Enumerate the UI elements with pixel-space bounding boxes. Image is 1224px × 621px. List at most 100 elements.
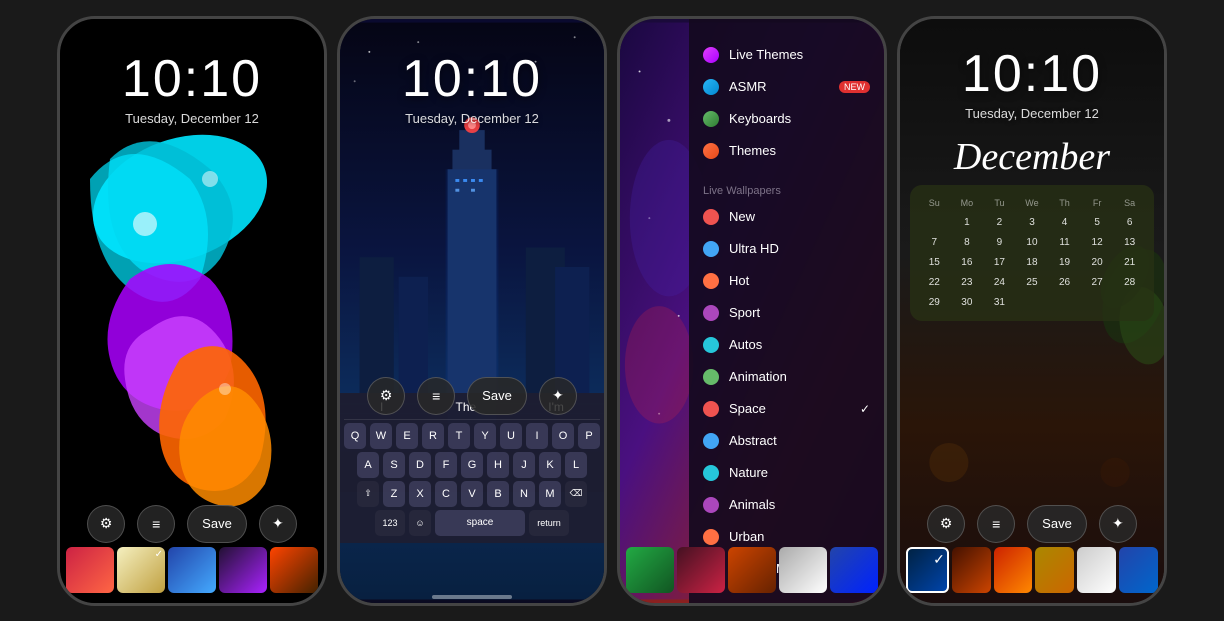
settings-btn-1[interactable]: ✦: [259, 505, 297, 543]
thumb-4-6[interactable]: [1119, 547, 1158, 593]
gear-btn-4[interactable]: ⚙: [927, 505, 965, 543]
gear-btn-2[interactable]: ⚙: [367, 377, 405, 415]
thumb-3-3[interactable]: [728, 547, 776, 593]
cal-cell-28[interactable]: 28: [1118, 273, 1142, 293]
thumb-2[interactable]: ✓: [117, 547, 165, 593]
key-R[interactable]: R: [422, 423, 444, 449]
menu-item-asmr[interactable]: ASMR NEW: [689, 71, 884, 103]
save-btn-4[interactable]: Save: [1027, 505, 1087, 543]
key-N[interactable]: N: [513, 481, 535, 507]
menu-item-autos[interactable]: Autos: [689, 329, 884, 361]
settings-btn-4[interactable]: ✦: [1099, 505, 1137, 543]
key-W[interactable]: W: [370, 423, 392, 449]
thumb-4-3[interactable]: [994, 547, 1033, 593]
cal-cell-18[interactable]: 18: [1020, 253, 1044, 273]
thumb-3[interactable]: [168, 547, 216, 593]
list-btn-4[interactable]: ≡: [977, 505, 1015, 543]
key-Q[interactable]: Q: [344, 423, 366, 449]
key-C[interactable]: C: [435, 481, 457, 507]
menu-item-nature[interactable]: Nature: [689, 457, 884, 489]
key-D[interactable]: D: [409, 452, 431, 478]
cal-cell-15[interactable]: 15: [922, 253, 946, 273]
key-K[interactable]: K: [539, 452, 561, 478]
key-B[interactable]: B: [487, 481, 509, 507]
key-H[interactable]: H: [487, 452, 509, 478]
menu-item-hot[interactable]: Hot: [689, 265, 884, 297]
key-U[interactable]: U: [500, 423, 522, 449]
key-return[interactable]: return: [529, 510, 569, 536]
cal-cell-26[interactable]: 26: [1053, 273, 1077, 293]
cal-cell-29[interactable]: 29: [922, 293, 946, 313]
key-J[interactable]: J: [513, 452, 535, 478]
thumb-3-1[interactable]: [626, 547, 674, 593]
key-P[interactable]: P: [578, 423, 600, 449]
cal-cell-2[interactable]: 2: [987, 213, 1011, 233]
cal-cell-19[interactable]: 19: [1053, 253, 1077, 273]
key-shift[interactable]: ⇧: [357, 481, 379, 507]
key-M[interactable]: M: [539, 481, 561, 507]
cal-cell-31[interactable]: 31: [987, 293, 1011, 313]
save-btn-2[interactable]: Save: [467, 377, 527, 415]
cal-cell-22[interactable]: 22: [922, 273, 946, 293]
key-O[interactable]: O: [552, 423, 574, 449]
key-L[interactable]: L: [565, 452, 587, 478]
thumb-1[interactable]: [66, 547, 114, 593]
key-T[interactable]: T: [448, 423, 470, 449]
cal-cell-9[interactable]: 9: [987, 233, 1011, 253]
cal-cell-4[interactable]: 4: [1053, 213, 1077, 233]
thumb-3-4[interactable]: [779, 547, 827, 593]
cal-cell-25[interactable]: 25: [1020, 273, 1044, 293]
cal-cell-8[interactable]: 8: [955, 233, 979, 253]
menu-item-keyboards[interactable]: Keyboards: [689, 103, 884, 135]
cal-cell-24[interactable]: 24: [987, 273, 1011, 293]
key-E[interactable]: E: [396, 423, 418, 449]
cal-cell-5[interactable]: 5: [1085, 213, 1109, 233]
menu-item-new[interactable]: New: [689, 201, 884, 233]
cal-cell-23[interactable]: 23: [955, 273, 979, 293]
key-backspace[interactable]: ⌫: [565, 481, 587, 507]
key-G[interactable]: G: [461, 452, 483, 478]
cal-cell-3[interactable]: 3: [1020, 213, 1044, 233]
thumb-5[interactable]: [270, 547, 318, 593]
cal-cell-21[interactable]: 21: [1118, 253, 1142, 273]
key-123[interactable]: 123: [375, 510, 405, 536]
key-Y[interactable]: Y: [474, 423, 496, 449]
thumb-3-5[interactable]: [830, 547, 878, 593]
list-btn-1[interactable]: ≡: [137, 505, 175, 543]
menu-item-space[interactable]: Space ✓: [689, 393, 884, 425]
cal-cell-1[interactable]: 1: [955, 213, 979, 233]
cal-cell-6[interactable]: 6: [1118, 213, 1142, 233]
thumb-4-1[interactable]: ✓: [906, 547, 949, 593]
cal-cell-20[interactable]: 20: [1085, 253, 1109, 273]
menu-item-animals[interactable]: Animals: [689, 489, 884, 521]
cal-cell-7[interactable]: 7: [922, 233, 946, 253]
key-A[interactable]: A: [357, 452, 379, 478]
key-V[interactable]: V: [461, 481, 483, 507]
key-space[interactable]: space: [435, 510, 525, 536]
cal-cell-12[interactable]: 12: [1085, 233, 1109, 253]
menu-item-live-themes[interactable]: Live Themes: [689, 39, 884, 71]
menu-item-themes[interactable]: Themes: [689, 135, 884, 167]
cal-cell-17[interactable]: 17: [987, 253, 1011, 273]
key-S[interactable]: S: [383, 452, 405, 478]
cal-cell-10[interactable]: 10: [1020, 233, 1044, 253]
menu-item-animation[interactable]: Animation: [689, 361, 884, 393]
key-Z[interactable]: Z: [383, 481, 405, 507]
thumb-4-2[interactable]: [952, 547, 991, 593]
cal-cell-30[interactable]: 30: [955, 293, 979, 313]
cal-cell-27[interactable]: 27: [1085, 273, 1109, 293]
thumb-4-5[interactable]: [1077, 547, 1116, 593]
gear-btn-1[interactable]: ⚙: [87, 505, 125, 543]
key-emoji[interactable]: ☺: [409, 510, 431, 536]
thumb-3-2[interactable]: [677, 547, 725, 593]
settings-btn-2[interactable]: ✦: [539, 377, 577, 415]
thumb-4-4[interactable]: [1035, 547, 1074, 593]
thumb-4[interactable]: [219, 547, 267, 593]
list-btn-2[interactable]: ≡: [417, 377, 455, 415]
menu-item-abstract[interactable]: Abstract: [689, 425, 884, 457]
cal-cell-11[interactable]: 11: [1053, 233, 1077, 253]
key-I[interactable]: I: [526, 423, 548, 449]
cal-cell-16[interactable]: 16: [955, 253, 979, 273]
menu-item-ultra-hd[interactable]: Ultra HD: [689, 233, 884, 265]
key-F[interactable]: F: [435, 452, 457, 478]
